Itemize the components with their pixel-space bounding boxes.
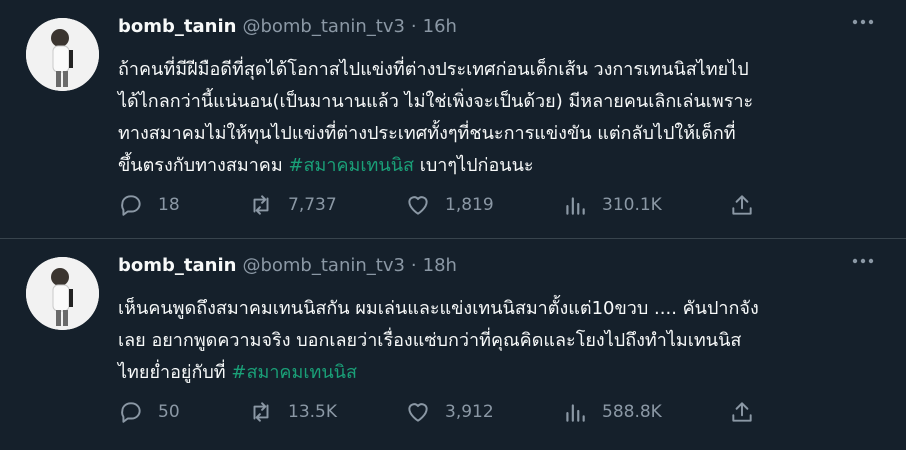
reply-button[interactable]: 18: [118, 192, 180, 218]
author-handle[interactable]: @bomb_tanin_tv3: [242, 16, 404, 37]
like-icon: [408, 196, 428, 215]
views-button[interactable]: 310.1K: [562, 192, 662, 218]
like-count: 3,912: [445, 402, 494, 422]
like-count: 1,819: [445, 195, 494, 215]
tweet-text-tail: เบาๆไปก่อนนะ: [414, 155, 534, 176]
retweet-button[interactable]: 13.5K: [248, 399, 337, 425]
views-count: 588.8K: [602, 402, 662, 422]
retweet-count: 7,737: [288, 195, 337, 215]
retweet-icon: [253, 195, 269, 215]
like-button[interactable]: 1,819: [405, 192, 494, 218]
reply-icon: [121, 195, 141, 216]
views-icon: [566, 197, 585, 215]
avatar[interactable]: [26, 257, 99, 330]
reply-count: 50: [158, 402, 180, 422]
views-count: 310.1K: [602, 195, 662, 215]
tweet-time[interactable]: 18h: [423, 255, 457, 276]
tweet-text-body: เห็นคนพูดถึงสมาคมเทนนิสกัน ผมเล่นและแข่ง…: [118, 298, 759, 383]
hashtag-link[interactable]: #สมาคมเทนนิส: [288, 155, 414, 176]
tweet-text: ถ้าคนที่มีฝีมือดีที่สุดได้โอกาสไปแข่งที่…: [118, 54, 878, 182]
reply-count: 18: [158, 195, 180, 215]
author-name[interactable]: bomb_tanin: [118, 16, 236, 37]
tweet[interactable]: bomb_tanin @bomb_tanin_tv3 · 16h ถ้าคนที…: [0, 0, 906, 239]
views-button[interactable]: 588.8K: [562, 399, 662, 425]
retweet-count: 13.5K: [288, 402, 337, 422]
tweet[interactable]: bomb_tanin @bomb_tanin_tv3 · 18h เห็นคนพ…: [0, 239, 906, 450]
tweet-time[interactable]: 16h: [423, 16, 457, 37]
retweet-icon: [253, 402, 269, 422]
retweet-button[interactable]: 7,737: [248, 192, 337, 218]
share-button[interactable]: [729, 399, 755, 425]
avatar[interactable]: [26, 18, 99, 91]
views-icon: [566, 404, 585, 422]
author-handle[interactable]: @bomb_tanin_tv3: [242, 255, 404, 276]
more-options-button[interactable]: [848, 249, 878, 273]
separator-dot: ·: [410, 15, 417, 37]
author-name[interactable]: bomb_tanin: [118, 255, 236, 276]
hashtag-link[interactable]: #สมาคมเทนนิส: [231, 362, 357, 383]
share-button[interactable]: [729, 192, 755, 218]
more-options-button[interactable]: [848, 10, 878, 34]
share-icon: [732, 402, 752, 422]
reply-button[interactable]: 50: [118, 399, 180, 425]
like-icon: [408, 403, 428, 422]
reply-icon: [121, 402, 141, 423]
more-icon: [852, 258, 874, 264]
like-button[interactable]: 3,912: [405, 399, 494, 425]
separator-dot: ·: [410, 254, 417, 276]
tweet-text: เห็นคนพูดถึงสมาคมเทนนิสกัน ผมเล่นและแข่ง…: [118, 293, 878, 389]
share-icon: [732, 195, 752, 215]
more-icon: [852, 19, 874, 25]
